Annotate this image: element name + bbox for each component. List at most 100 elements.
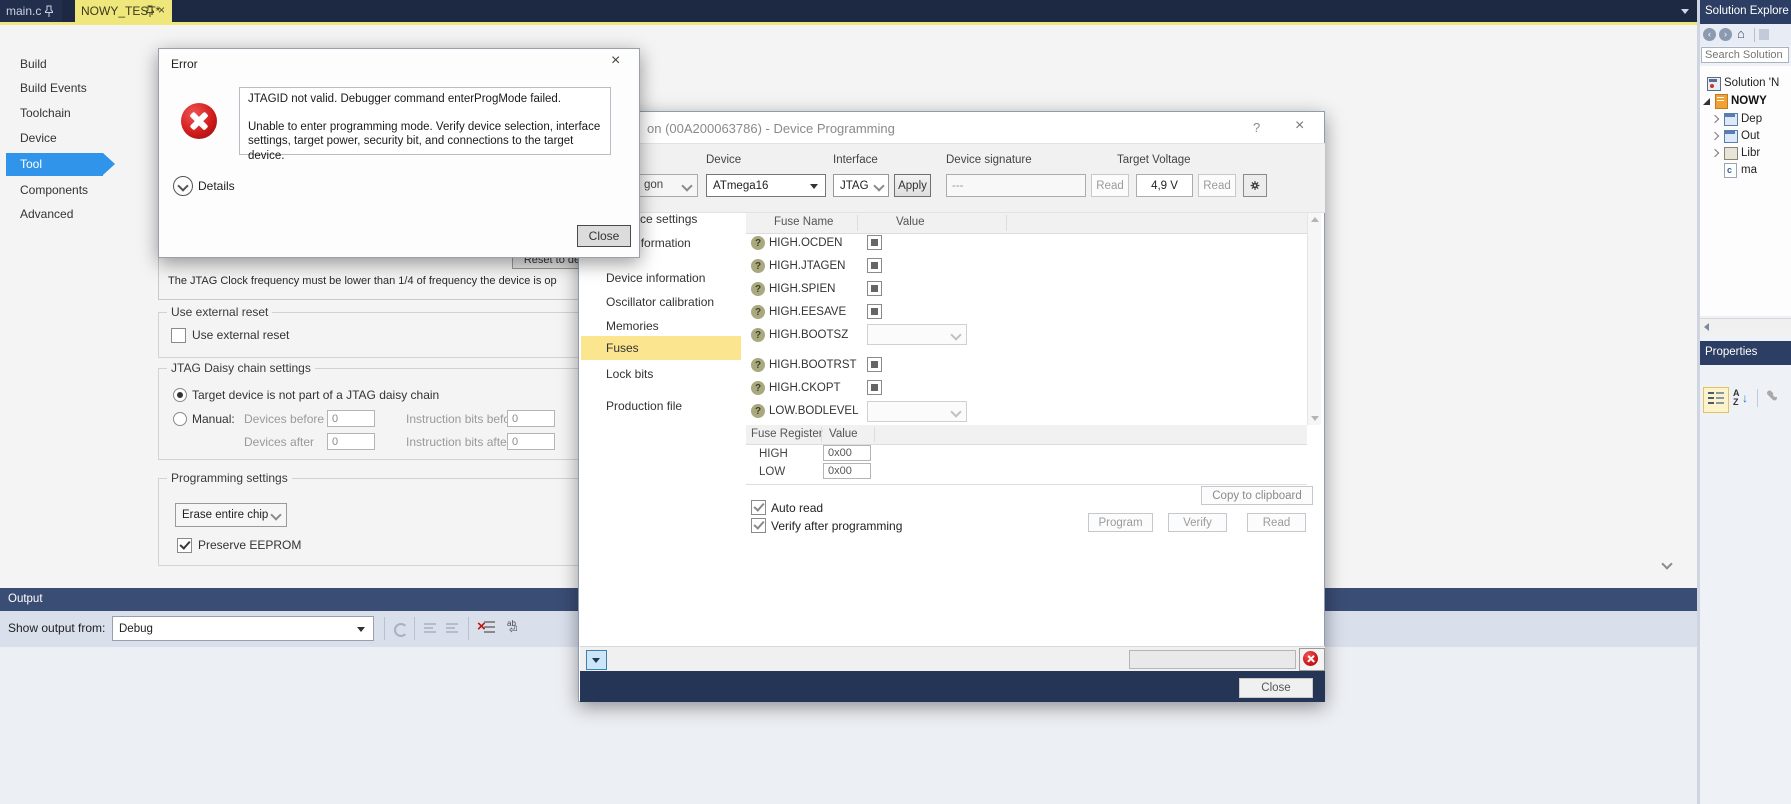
find-message-icon[interactable] xyxy=(392,620,408,637)
devices-after-input[interactable] xyxy=(327,433,375,450)
fuse-value-header[interactable]: Value xyxy=(896,216,925,228)
categorized-icon[interactable] xyxy=(1703,387,1729,413)
tree-row-output-files[interactable]: Out xyxy=(1700,128,1791,145)
help-icon[interactable]: ? xyxy=(751,236,765,250)
fuse-checkbox-jtagen[interactable] xyxy=(867,258,882,273)
fuse-checkbox-spien[interactable] xyxy=(867,281,882,296)
register-low-input[interactable] xyxy=(823,463,871,479)
fuse-checkbox-bootrst[interactable] xyxy=(867,357,882,372)
scroll-up-icon[interactable] xyxy=(1311,217,1319,222)
word-wrap-icon[interactable]: ab ⏎ xyxy=(506,619,524,637)
tab-nowy-test[interactable]: NOWY_TEST* × xyxy=(75,0,172,22)
nav-oscillator-calibration[interactable]: Oscillator calibration xyxy=(606,295,714,309)
fuse-name-header[interactable]: Fuse Name xyxy=(774,216,833,228)
radio-target-not-in-chain[interactable] xyxy=(173,388,187,402)
preserve-eeprom-checkbox[interactable] xyxy=(177,538,192,553)
copy-to-clipboard-button[interactable]: Copy to clipboard xyxy=(1201,486,1313,505)
sidebar-item-advanced[interactable]: Advanced xyxy=(20,207,73,221)
toolbar-extra-icon[interactable] xyxy=(1759,29,1769,40)
register-high-input[interactable] xyxy=(823,445,871,461)
fuse-list-scrollbar[interactable] xyxy=(1307,213,1321,425)
home-icon[interactable]: ⌂ xyxy=(1737,26,1745,41)
nav-lock-bits[interactable]: Lock bits xyxy=(606,367,653,381)
verify-after-programming-checkbox[interactable] xyxy=(751,518,766,533)
help-icon[interactable]: ? xyxy=(751,381,765,395)
status-dropdown-button[interactable] xyxy=(586,650,607,670)
fuse-dropdown-bootsz[interactable] xyxy=(867,324,967,345)
verify-button[interactable]: Verify xyxy=(1168,513,1227,532)
device-combobox[interactable]: ATmega16 xyxy=(706,174,826,197)
status-text-field[interactable] xyxy=(1129,650,1296,669)
program-button[interactable]: Program xyxy=(1088,513,1153,532)
auto-read-checkbox[interactable] xyxy=(751,500,766,515)
expanded-arrow-icon[interactable] xyxy=(1703,98,1710,105)
clear-all-icon[interactable]: × xyxy=(477,618,496,637)
sidebar-item-build-events[interactable]: Build Events xyxy=(20,81,87,95)
read-button[interactable]: Read xyxy=(1247,513,1306,532)
details-expander-icon[interactable] xyxy=(173,176,193,196)
target-voltage-field[interactable]: 4,9 V xyxy=(1136,174,1193,197)
fuse-checkbox-eesave[interactable] xyxy=(867,304,882,319)
help-icon[interactable]: ? xyxy=(751,358,765,372)
help-icon[interactable]: ? xyxy=(751,305,765,319)
devices-before-input[interactable] xyxy=(327,410,375,427)
dialog-close-button[interactable]: Close xyxy=(1239,678,1313,698)
voltage-read-button[interactable]: Read xyxy=(1198,174,1236,197)
back-icon[interactable]: ‹ xyxy=(1703,28,1716,41)
help-icon[interactable]: ? xyxy=(751,259,765,273)
instruction-bits-after-input[interactable] xyxy=(507,433,555,450)
wrench-icon[interactable] xyxy=(1763,389,1781,408)
instruction-bits-before-input[interactable] xyxy=(507,410,555,427)
tree-row-project[interactable]: NOWY xyxy=(1700,93,1791,110)
fuse-checkbox-ocden[interactable] xyxy=(867,235,882,250)
fuse-register-value-header[interactable]: Value xyxy=(829,428,858,440)
fuse-register-header-label[interactable]: Fuse Register xyxy=(751,428,823,440)
use-external-reset-checkbox[interactable] xyxy=(171,328,186,343)
dialog-help-icon[interactable]: ? xyxy=(1253,120,1260,135)
sidebar-item-device[interactable]: Device xyxy=(20,131,57,145)
sidebar-item-build[interactable]: Build xyxy=(20,57,47,71)
nav-production-file[interactable]: Production file xyxy=(606,399,682,413)
solution-search-input[interactable] xyxy=(1701,47,1789,63)
help-icon[interactable]: ? xyxy=(751,404,765,418)
error-dialog-close-icon[interactable]: × xyxy=(611,52,620,70)
tree-row-main-c[interactable]: c ma xyxy=(1700,162,1791,179)
apply-button[interactable]: Apply xyxy=(894,174,931,197)
help-icon[interactable]: ? xyxy=(751,282,765,296)
error-close-button[interactable]: Close xyxy=(577,225,631,247)
tree-row-solution[interactable]: Solution 'N xyxy=(1700,75,1791,92)
forward-icon[interactable]: › xyxy=(1719,28,1732,41)
radio-manual[interactable] xyxy=(173,412,187,426)
solution-explorer-hscrollbar[interactable] xyxy=(1700,318,1791,335)
fuse-dropdown-bodlevel[interactable] xyxy=(867,401,967,422)
previous-message-icon[interactable] xyxy=(422,620,438,636)
collapsed-arrow-icon[interactable] xyxy=(1710,114,1720,124)
device-signature-field[interactable]: --- xyxy=(946,174,1086,197)
status-error-button[interactable] xyxy=(1299,648,1325,671)
fuse-checkbox-ckopt[interactable] xyxy=(867,380,882,395)
output-source-combobox[interactable]: Debug xyxy=(112,616,374,641)
nav-memories[interactable]: Memories xyxy=(606,319,659,333)
erase-mode-dropdown[interactable]: Erase entire chip xyxy=(175,503,287,527)
scroll-down-icon[interactable] xyxy=(1311,416,1319,421)
nav-fuses[interactable]: Fuses xyxy=(606,341,639,355)
nav-device-information[interactable]: Device information xyxy=(606,271,705,285)
details-label[interactable]: Details xyxy=(198,179,235,193)
tree-row-dependencies[interactable]: Dep xyxy=(1700,111,1791,128)
sidebar-item-components[interactable]: Components xyxy=(20,183,88,197)
tab-main-c[interactable]: main.c xyxy=(0,0,62,22)
alphabetical-sort-icon[interactable]: A Z ↓ xyxy=(1733,388,1753,409)
dialog-close-icon[interactable]: × xyxy=(1295,117,1304,135)
pin-icon[interactable] xyxy=(145,5,155,17)
help-icon[interactable]: ? xyxy=(751,328,765,342)
next-message-icon[interactable] xyxy=(444,620,460,636)
signature-read-button[interactable]: Read xyxy=(1091,174,1129,197)
sidebar-item-toolchain[interactable]: Toolchain xyxy=(20,106,71,120)
sidebar-item-tool[interactable]: Tool xyxy=(20,157,42,171)
tab-close-icon[interactable]: × xyxy=(158,3,165,17)
scroll-left-icon[interactable] xyxy=(1704,323,1709,331)
collapsed-arrow-icon[interactable] xyxy=(1710,148,1720,158)
interface-combobox[interactable]: JTAG xyxy=(833,174,889,197)
pin-icon[interactable] xyxy=(44,5,54,17)
collapsed-arrow-icon[interactable] xyxy=(1710,131,1720,141)
